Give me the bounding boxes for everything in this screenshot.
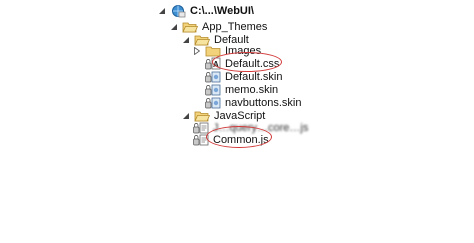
tree-node-label: App_Themes xyxy=(202,21,268,33)
tree-node-navbuttons-skin[interactable]: navbuttons.skin xyxy=(205,96,301,110)
tree-node-app-themes[interactable]: App_Themes xyxy=(170,20,267,34)
expanded-arrow-icon[interactable] xyxy=(182,33,190,47)
tree-node-label: navbuttons.skin xyxy=(225,97,302,109)
tree-node-label: C:\...\WebUI\ xyxy=(190,5,254,17)
folder-open-icon xyxy=(182,20,198,34)
skin-file-icon xyxy=(205,70,221,84)
collapsed-arrow-icon[interactable] xyxy=(193,44,201,58)
skin-file-icon xyxy=(205,83,221,97)
tree-node-memo-skin[interactable]: memo.skin xyxy=(205,83,278,97)
tree-node-default-skin[interactable]: Default.skin xyxy=(205,70,282,84)
expanded-arrow-icon[interactable] xyxy=(158,4,166,18)
tree-node-label: memo.skin xyxy=(225,84,279,96)
expanded-arrow-icon[interactable] xyxy=(170,20,178,34)
annotation-ellipse-default-css xyxy=(212,52,282,72)
tree-node-label: Default.skin xyxy=(225,71,283,83)
tree-node-root[interactable]: C:\...\WebUI\ xyxy=(158,4,254,18)
annotation-ellipse-common-js xyxy=(206,126,272,148)
expanded-arrow-icon[interactable] xyxy=(182,109,190,123)
skin-file-icon xyxy=(205,96,221,110)
web-project-icon xyxy=(170,4,186,18)
